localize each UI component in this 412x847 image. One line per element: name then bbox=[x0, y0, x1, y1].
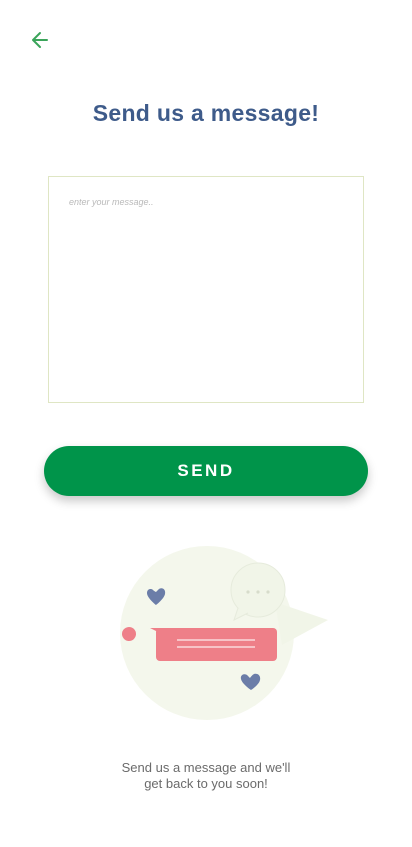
contact-page: Send us a message! SEND Send us a messag bbox=[0, 0, 412, 847]
chat-bubble-icon bbox=[150, 628, 277, 661]
pink-dot bbox=[122, 627, 136, 641]
message-input[interactable] bbox=[48, 176, 364, 403]
send-button[interactable]: SEND bbox=[44, 446, 368, 496]
chat-bubbles-illustration bbox=[120, 546, 328, 720]
footer-line-2: get back to you soon! bbox=[144, 776, 268, 791]
footer-message: Send us a message and we'll get back to … bbox=[100, 760, 312, 792]
footer-line-1: Send us a message and we'll bbox=[121, 760, 291, 775]
page-title: Send us a message! bbox=[92, 100, 320, 126]
arrow-left-icon bbox=[32, 32, 48, 48]
illustration-wedge bbox=[275, 602, 328, 645]
back-button[interactable] bbox=[28, 28, 52, 52]
